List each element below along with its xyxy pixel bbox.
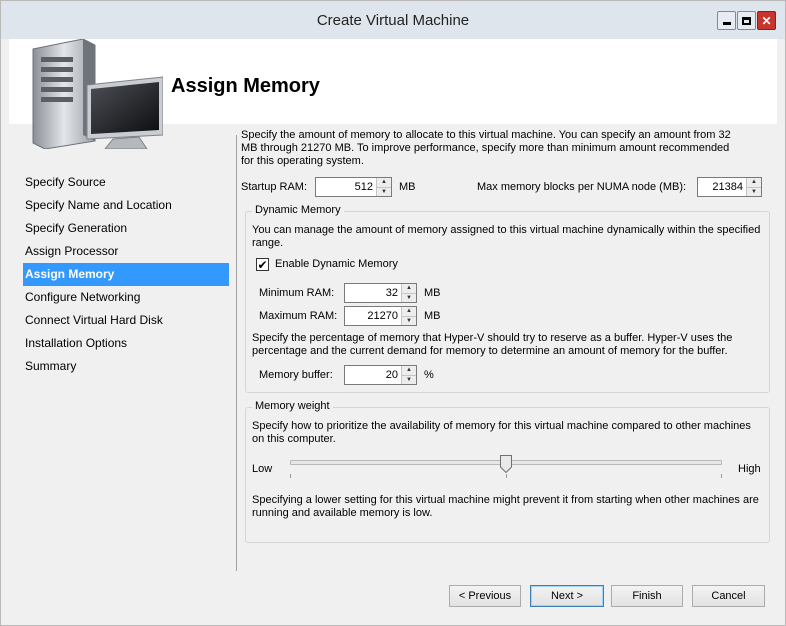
- close-icon: ✕: [761, 13, 772, 28]
- memory-buffer-label: Memory buffer:: [259, 369, 333, 381]
- slider-tick: [290, 474, 291, 478]
- spin-down-icon[interactable]: ▼: [402, 316, 416, 325]
- window-title: Create Virtual Machine: [316, 12, 470, 29]
- dynamic-memory-description: You can manage the amount of memory assi…: [252, 224, 761, 249]
- startup-ram-input[interactable]: [316, 178, 376, 196]
- nav-item-specify-generation[interactable]: Specify Generation: [23, 217, 229, 240]
- memory-weight-warning: Specifying a lower setting for this virt…: [252, 494, 759, 519]
- memory-weight-description: Specify how to prioritize the availabili…: [252, 420, 751, 445]
- nav-item-assign-memory[interactable]: Assign Memory: [23, 263, 229, 286]
- maximum-ram-spinner[interactable]: ▲ ▼: [401, 307, 416, 325]
- maximum-ram-field[interactable]: ▲ ▼: [344, 306, 417, 326]
- nav-item-summary[interactable]: Summary: [23, 355, 229, 378]
- slider-low-label: Low: [252, 463, 273, 475]
- startup-ram-unit: MB: [399, 181, 416, 193]
- title-bar: Create Virtual Machine ✕: [1, 1, 785, 39]
- numa-label: Max memory blocks per NUMA node (MB):: [477, 181, 687, 193]
- numa-spinner[interactable]: ▲ ▼: [746, 178, 761, 196]
- next-button[interactable]: Next >: [530, 585, 604, 607]
- virtual-machine-icon: [32, 39, 163, 149]
- enable-dynamic-memory-checkbox[interactable]: ✔: [256, 258, 269, 271]
- memory-buffer-field[interactable]: ▲ ▼: [344, 365, 417, 385]
- memory-weight-slider[interactable]: [290, 454, 722, 480]
- minimum-ram-input[interactable]: [345, 284, 401, 302]
- nav-divider: [236, 135, 237, 571]
- assign-memory-panel: Specify the amount of memory to allocate…: [241, 129, 773, 549]
- cancel-button[interactable]: Cancel: [692, 585, 765, 607]
- startup-ram-spinner[interactable]: ▲ ▼: [376, 178, 391, 196]
- nav-item-configure-networking[interactable]: Configure Networking: [23, 286, 229, 309]
- spin-up-icon[interactable]: ▲: [402, 366, 416, 376]
- finish-button[interactable]: Finish: [611, 585, 683, 607]
- nav-item-installation-options[interactable]: Installation Options: [23, 332, 229, 355]
- nav-item-connect-vhd[interactable]: Connect Virtual Hard Disk: [23, 309, 229, 332]
- minimize-button[interactable]: [717, 11, 736, 30]
- maximize-button[interactable]: [737, 11, 756, 30]
- maximize-icon: [742, 16, 751, 25]
- dynamic-memory-group: Dynamic Memory You can manage the amount…: [245, 204, 770, 393]
- enable-dynamic-memory-label[interactable]: Enable Dynamic Memory: [275, 258, 398, 270]
- maximum-ram-input[interactable]: [345, 307, 401, 325]
- slider-tick: [721, 474, 722, 478]
- wizard-steps-nav: Specify Source Specify Name and Location…: [23, 171, 229, 378]
- spin-up-icon[interactable]: ▲: [402, 284, 416, 294]
- spin-up-icon[interactable]: ▲: [377, 178, 391, 188]
- spin-down-icon[interactable]: ▼: [747, 187, 761, 196]
- numa-field[interactable]: ▲ ▼: [697, 177, 762, 197]
- slider-thumb[interactable]: [500, 455, 512, 473]
- page-title: Assign Memory: [171, 75, 320, 97]
- maximum-ram-unit: MB: [424, 310, 441, 322]
- memory-buffer-unit: %: [424, 369, 434, 381]
- maximum-ram-label: Maximum RAM:: [259, 310, 338, 322]
- spin-up-icon[interactable]: ▲: [747, 178, 761, 188]
- minimum-ram-field[interactable]: ▲ ▼: [344, 283, 417, 303]
- spin-down-icon[interactable]: ▼: [402, 293, 416, 302]
- close-button[interactable]: ✕: [757, 11, 776, 30]
- check-icon: ✔: [257, 257, 268, 272]
- nav-item-assign-processor[interactable]: Assign Processor: [23, 240, 229, 263]
- startup-ram-field[interactable]: ▲ ▼: [315, 177, 392, 197]
- memory-buffer-description: Specify the percentage of memory that Hy…: [252, 332, 733, 357]
- spin-down-icon[interactable]: ▼: [402, 375, 416, 384]
- create-vm-window: Create Virtual Machine ✕ Assign Memory S…: [0, 0, 786, 626]
- minimum-ram-unit: MB: [424, 287, 441, 299]
- memory-buffer-input[interactable]: [345, 366, 401, 384]
- intro-text: Specify the amount of memory to allocate…: [241, 129, 731, 167]
- startup-ram-label: Startup RAM:: [241, 181, 308, 193]
- memory-buffer-spinner[interactable]: ▲ ▼: [401, 366, 416, 384]
- nav-item-specify-source[interactable]: Specify Source: [23, 171, 229, 194]
- slider-tick: [506, 474, 507, 478]
- minimum-ram-label: Minimum RAM:: [259, 287, 335, 299]
- wizard-header: Assign Memory: [9, 39, 777, 149]
- memory-weight-group: Memory weight Specify how to prioritize …: [245, 400, 770, 543]
- spin-down-icon[interactable]: ▼: [377, 187, 391, 196]
- wizard-body: Assign Memory Specify Source Specify Nam…: [9, 39, 777, 619]
- spin-up-icon[interactable]: ▲: [402, 307, 416, 317]
- slider-high-label: High: [738, 463, 761, 475]
- memory-weight-title: Memory weight: [252, 400, 333, 412]
- dynamic-memory-title: Dynamic Memory: [252, 204, 344, 216]
- minimum-ram-spinner[interactable]: ▲ ▼: [401, 284, 416, 302]
- minimize-icon: [722, 22, 731, 25]
- nav-item-specify-name-location[interactable]: Specify Name and Location: [23, 194, 229, 217]
- numa-input[interactable]: [698, 178, 746, 196]
- previous-button[interactable]: < Previous: [449, 585, 521, 607]
